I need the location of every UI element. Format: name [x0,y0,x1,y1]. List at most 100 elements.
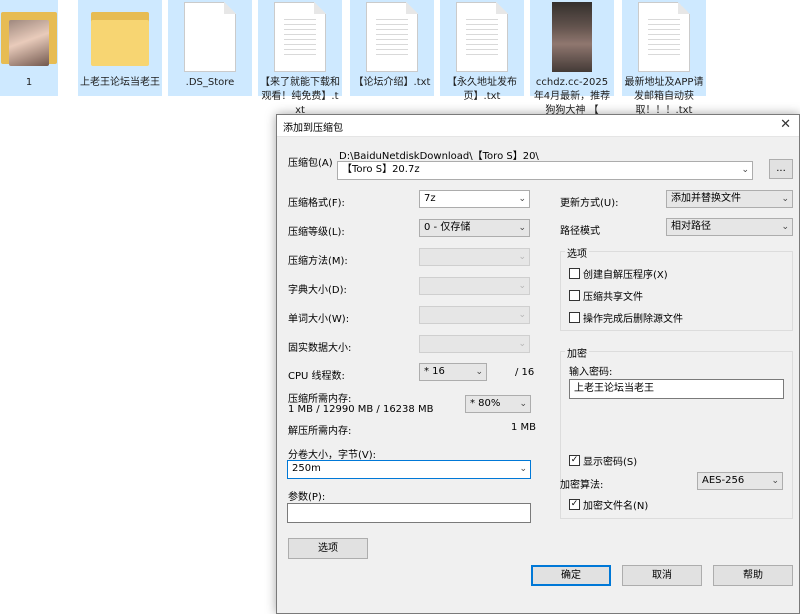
mem-percent-select[interactable]: * 80% ⌄ [465,395,531,413]
file-label: 【永久地址发布页】.txt [447,77,517,102]
cancel-button[interactable]: 取消 [622,565,702,586]
encryption-method-select[interactable]: AES-256 ⌄ [697,472,783,490]
chevron-down-icon: ⌄ [475,367,483,377]
chevron-down-icon: ⌄ [518,194,526,204]
word-select: ⌄ [419,306,530,324]
path-mode-select[interactable]: 相对路径 ⌄ [666,218,793,236]
help-button[interactable]: 帮助 [713,565,793,586]
volume-label: 分卷大小，字节(V): [288,450,377,461]
mem-percent-value: * 80% [470,398,501,409]
chevron-down-icon: ⌄ [781,194,789,204]
text-file-icon [638,2,690,72]
solid-label: 固实数据大小: [288,343,352,354]
format-value: 7z [424,193,436,204]
params-input[interactable] [287,503,531,523]
archive-name-value: 【Toro S】20.7z [342,164,420,175]
mem-decompress-label: 解压所需内存: [288,426,352,437]
volume-size-input[interactable]: 250m ⌄ [287,460,531,479]
chevron-down-icon: ⌄ [518,339,526,349]
archive-label: 压缩包(A) [288,158,333,169]
desktop-file-txt-1[interactable]: 【来了就能下载和观看！纯免费】.txt [258,0,342,116]
encryption-group-title: 加密 [565,345,589,360]
mem-compress-detail: 1 MB / 12990 MB / 16238 MB [288,404,434,415]
chevron-down-icon: ⌄ [518,223,526,233]
chevron-down-icon: ⌄ [518,252,526,262]
pathmode-label: 路径模式 [560,226,600,237]
desktop-file-photo[interactable]: cchdz.cc-2025年4月最新，推荐狗狗大神 【 [530,0,614,116]
sfx-checkbox[interactable]: 创建自解压程序(X) [569,266,668,281]
file-label: 【论坛介绍】.txt [353,77,431,88]
options-button[interactable]: 选项 [288,538,368,559]
chevron-down-icon: ⌄ [741,165,749,175]
volume-size-value: 250m [292,463,321,474]
path-mode-value: 相对路径 [671,221,711,232]
archive-path: D:\BaiduNetdiskDownload\【Toro S】20\ [339,151,539,162]
image-thumbnail-icon [552,2,592,72]
sfx-label: 创建自解压程序(X) [583,270,668,281]
desktop-file-txt-2[interactable]: 【论坛介绍】.txt [350,0,434,96]
password-label: 输入密码: [569,367,613,378]
update-label: 更新方式(U): [560,198,619,209]
check-icon: ✓ [569,499,580,510]
archive-name-combo[interactable]: 【Toro S】20.7z ⌄ [337,161,753,180]
method-label: 压缩方法(M): [288,256,348,267]
level-label: 压缩等级(L): [288,227,345,238]
text-file-icon [456,2,508,72]
desktop-file-txt-4[interactable]: 最新地址及APP请发邮箱自动获取！！！.txt [622,0,706,116]
cpu-label: CPU 线程数: [288,371,345,382]
solid-select: ⌄ [419,335,530,353]
folder-icon [91,2,149,66]
file-label: 最新地址及APP请发邮箱自动获取！！！.txt [624,77,704,116]
check-icon: ✓ [569,455,580,466]
params-label: 参数(P): [288,492,326,503]
options-group-title: 选项 [565,245,589,260]
show-password-label: 显示密码(S) [583,457,638,468]
desktop-folder-1[interactable]: 1 [0,0,58,96]
close-icon[interactable]: ✕ [780,117,791,132]
chevron-down-icon: ⌄ [518,281,526,291]
encryption-method-label: 加密算法: [560,480,604,491]
ok-button[interactable]: 确定 [531,565,611,586]
dict-label: 字典大小(D): [288,285,347,296]
cpu-threads-value: * 16 [424,366,445,377]
format-select[interactable]: 7z ⌄ [419,190,530,208]
level-select[interactable]: 0 - 仅存储 ⌄ [419,219,530,237]
level-value: 0 - 仅存储 [424,222,471,233]
chevron-down-icon: ⌄ [771,476,779,486]
dict-select: ⌄ [419,277,530,295]
dialog-title: 添加到压缩包 [283,123,343,134]
folder-icon [1,2,57,66]
text-file-icon [274,2,326,72]
cpu-threads-select[interactable]: * 16 ⌄ [419,363,487,381]
file-label: 1 [25,77,33,88]
chevron-down-icon: ⌄ [781,222,789,232]
show-password-checkbox[interactable]: ✓ 显示密码(S) [569,453,637,468]
desktop-folder-laowang[interactable]: 上老王论坛当老王 [78,0,162,96]
file-label: 【来了就能下载和观看！纯免费】.txt [260,77,340,116]
checkbox-icon [569,312,580,323]
format-label: 压缩格式(F): [288,198,345,209]
password-input[interactable]: 上老王论坛当老王 [569,379,784,399]
file-label: .DS_Store [185,77,235,88]
word-label: 单词大小(W): [288,314,350,325]
delete-after-label: 操作完成后删除源文件 [583,314,683,325]
file-label: 上老王论坛当老王 [80,77,160,88]
desktop-file-txt-3[interactable]: 【永久地址发布页】.txt [440,0,524,102]
chevron-down-icon: ⌄ [519,464,527,474]
method-select: ⌄ [419,248,530,266]
file-label: cchdz.cc-2025年4月最新，推荐狗狗大神 【 [533,77,611,116]
delete-after-checkbox[interactable]: 操作完成后删除源文件 [569,310,683,325]
title-bar[interactable]: 添加到压缩包 ✕ [277,115,799,137]
update-mode-select[interactable]: 添加并替换文件 ⌄ [666,190,793,208]
text-file-icon [366,2,418,72]
shared-files-checkbox[interactable]: 压缩共享文件 [569,288,643,303]
browse-button[interactable]: ... [769,159,793,179]
desktop-file-ds-store[interactable]: .DS_Store [168,0,252,96]
chevron-down-icon: ⌄ [519,399,527,409]
checkbox-icon [569,268,580,279]
add-to-archive-dialog: 添加到压缩包 ✕ 压缩包(A) D:\BaiduNetdiskDownload\… [276,114,800,614]
update-mode-value: 添加并替换文件 [671,193,741,204]
encryption-method-value: AES-256 [702,475,745,486]
chevron-down-icon: ⌄ [518,310,526,320]
encrypt-filenames-checkbox[interactable]: ✓ 加密文件名(N) [569,497,648,512]
